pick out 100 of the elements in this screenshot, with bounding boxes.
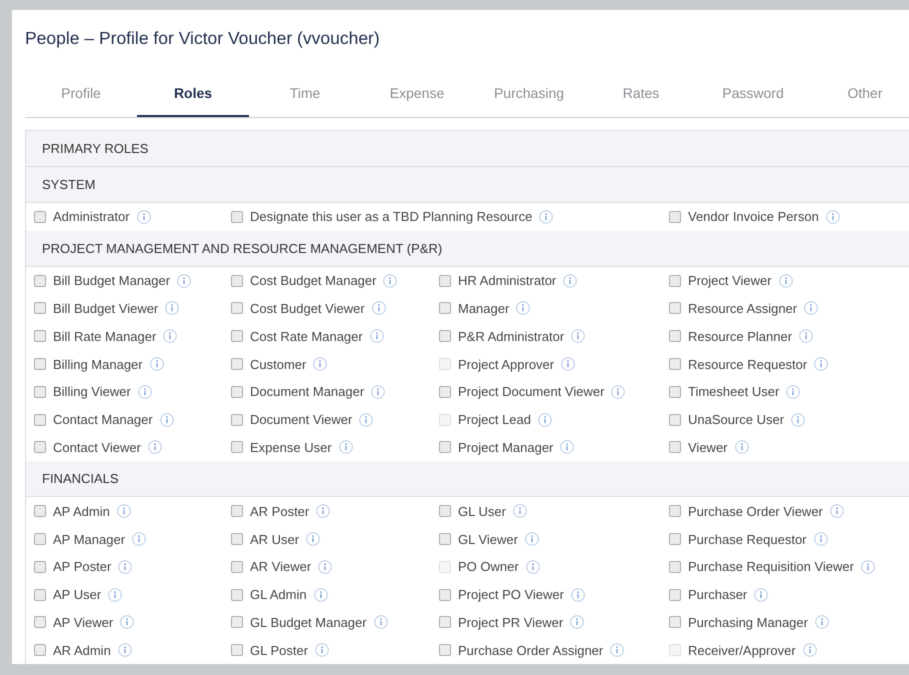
- role-option[interactable]: AP Admin: [34, 497, 231, 526]
- checkbox[interactable]: [231, 274, 243, 287]
- checkbox[interactable]: [231, 358, 243, 370]
- role-option[interactable]: GL Viewer: [439, 525, 669, 553]
- checkbox[interactable]: [669, 302, 681, 314]
- role-option[interactable]: Bill Budget Viewer: [34, 294, 231, 322]
- role-option[interactable]: Administrator: [34, 203, 231, 231]
- info-icon[interactable]: [516, 301, 530, 316]
- checkbox[interactable]: [439, 441, 451, 454]
- checkbox[interactable]: [34, 302, 46, 314]
- checkbox[interactable]: [669, 505, 681, 518]
- info-icon[interactable]: [754, 588, 768, 602]
- info-icon[interactable]: [560, 440, 574, 454]
- role-option[interactable]: Bill Rate Manager: [34, 322, 231, 350]
- checkbox[interactable]: [231, 302, 243, 314]
- checkbox[interactable]: [34, 560, 46, 573]
- info-icon[interactable]: [160, 412, 174, 427]
- checkbox[interactable]: [439, 274, 451, 287]
- checkbox[interactable]: [231, 210, 243, 223]
- checkbox[interactable]: [439, 302, 451, 314]
- checkbox[interactable]: [439, 505, 451, 518]
- role-option[interactable]: Timesheet User: [669, 378, 899, 406]
- role-option[interactable]: Bill Budget Manager: [34, 266, 231, 295]
- checkbox[interactable]: [34, 533, 46, 546]
- info-icon[interactable]: [814, 532, 828, 546]
- role-option[interactable]: Cost Rate Manager: [231, 322, 439, 350]
- role-option[interactable]: Contact Viewer: [34, 434, 231, 462]
- role-option[interactable]: Purchase Requisition Viewer: [669, 552, 899, 581]
- info-icon[interactable]: [132, 532, 146, 546]
- role-option[interactable]: GL Admin: [231, 580, 439, 609]
- role-option[interactable]: Project Manager: [439, 434, 669, 462]
- checkbox[interactable]: [439, 616, 451, 628]
- info-icon[interactable]: [830, 504, 844, 518]
- checkbox[interactable]: [439, 644, 451, 656]
- info-icon[interactable]: [791, 412, 806, 427]
- checkbox[interactable]: [669, 588, 681, 601]
- role-option[interactable]: Resource Assigner: [669, 294, 899, 322]
- info-icon[interactable]: [120, 615, 134, 630]
- role-option[interactable]: Billing Manager: [34, 350, 231, 378]
- info-icon[interactable]: [370, 329, 384, 344]
- role-option[interactable]: Customer: [231, 350, 439, 378]
- info-icon[interactable]: [150, 357, 164, 372]
- checkbox[interactable]: [231, 441, 243, 454]
- role-option[interactable]: Resource Requestor: [669, 350, 899, 378]
- checkbox[interactable]: [34, 588, 46, 601]
- checkbox[interactable]: [669, 386, 681, 398]
- checkbox[interactable]: [34, 414, 46, 426]
- role-option[interactable]: Cost Budget Manager: [231, 266, 439, 295]
- info-icon[interactable]: [313, 357, 328, 372]
- checkbox[interactable]: [231, 533, 243, 546]
- info-icon[interactable]: [118, 560, 132, 574]
- role-option[interactable]: AP Viewer: [34, 608, 231, 636]
- info-icon[interactable]: [563, 274, 578, 288]
- role-option[interactable]: AR User: [231, 525, 439, 553]
- info-icon[interactable]: [610, 643, 624, 658]
- role-option[interactable]: GL User: [439, 497, 669, 526]
- info-icon[interactable]: [371, 384, 386, 399]
- role-option[interactable]: AP Manager: [34, 525, 231, 553]
- checkbox[interactable]: [669, 560, 681, 573]
- checkbox[interactable]: [231, 505, 243, 518]
- info-icon[interactable]: [116, 504, 131, 518]
- role-option[interactable]: Viewer: [669, 434, 899, 462]
- checkbox[interactable]: [669, 274, 681, 287]
- role-option[interactable]: Cost Budget Viewer: [231, 294, 439, 322]
- info-icon[interactable]: [108, 588, 122, 602]
- role-option[interactable]: Project PR Viewer: [439, 608, 669, 636]
- role-option[interactable]: UnaSource User: [669, 406, 899, 434]
- checkbox[interactable]: [34, 386, 46, 398]
- info-icon[interactable]: [148, 440, 162, 454]
- info-icon[interactable]: [802, 643, 817, 658]
- info-icon[interactable]: [814, 357, 828, 372]
- info-icon[interactable]: [524, 532, 539, 546]
- checkbox[interactable]: [439, 386, 451, 398]
- checkbox[interactable]: [34, 505, 46, 518]
- info-icon[interactable]: [561, 357, 576, 372]
- checkbox[interactable]: [669, 533, 681, 546]
- checkbox[interactable]: [34, 358, 46, 370]
- info-icon[interactable]: [372, 301, 386, 316]
- checkbox[interactable]: [34, 441, 46, 454]
- checkbox[interactable]: [231, 330, 243, 342]
- role-option[interactable]: GL Poster: [231, 636, 439, 664]
- info-icon[interactable]: [512, 504, 527, 518]
- info-icon[interactable]: [539, 210, 554, 224]
- info-icon[interactable]: [860, 560, 875, 574]
- info-icon[interactable]: [118, 643, 132, 658]
- role-option[interactable]: Purchase Order Assigner: [439, 636, 669, 664]
- info-icon[interactable]: [318, 560, 332, 574]
- role-option[interactable]: Billing Viewer: [34, 378, 231, 406]
- role-option[interactable]: AP User: [34, 580, 231, 609]
- info-icon[interactable]: [165, 301, 180, 316]
- checkbox[interactable]: [439, 533, 451, 546]
- info-icon[interactable]: [316, 504, 330, 518]
- role-option[interactable]: AR Admin: [34, 636, 231, 664]
- info-icon[interactable]: [306, 532, 320, 546]
- role-option[interactable]: Purchasing Manager: [669, 608, 899, 636]
- checkbox[interactable]: [34, 616, 46, 628]
- checkbox[interactable]: [669, 330, 681, 342]
- checkbox[interactable]: [669, 616, 681, 628]
- role-option[interactable]: Document Viewer: [231, 406, 439, 434]
- info-icon[interactable]: [611, 384, 626, 399]
